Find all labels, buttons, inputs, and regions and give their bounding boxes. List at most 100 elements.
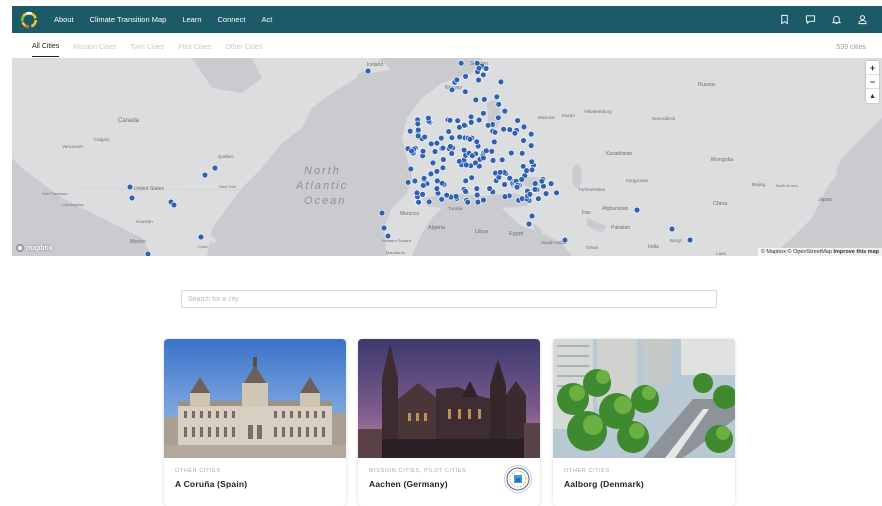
city-marker[interactable] (501, 107, 508, 115)
tab-all-cities[interactable]: All Cities (32, 37, 60, 57)
city-marker[interactable] (419, 191, 426, 198)
city-marker[interactable] (482, 65, 490, 72)
city-marker[interactable] (443, 192, 450, 199)
city-marker[interactable] (458, 59, 465, 67)
city-card-aachen[interactable]: Mission Cities, Pilot Cities Aachen (Ger… (358, 339, 540, 506)
bookmark-icon[interactable] (779, 14, 790, 25)
city-marker[interactable] (380, 224, 388, 232)
city-marker[interactable] (201, 171, 209, 179)
city-marker[interactable] (460, 146, 468, 154)
city-marker[interactable] (170, 201, 178, 209)
city-marker[interactable] (497, 169, 504, 176)
city-marker[interactable] (497, 78, 505, 86)
tab-pilot-cities[interactable]: Pilot Cities (178, 37, 211, 57)
city-marker[interactable] (468, 119, 475, 126)
city-marker[interactable] (431, 148, 439, 155)
city-search-input[interactable] (181, 290, 717, 308)
city-marker[interactable] (464, 199, 471, 206)
city-marker[interactable] (483, 147, 490, 154)
city-marker[interactable] (668, 225, 676, 233)
city-marker[interactable] (429, 159, 437, 167)
city-marker[interactable] (462, 73, 469, 80)
city-card-aalborg[interactable]: Other Cities Aalborg (Denmark) (553, 339, 735, 506)
city-marker[interactable] (462, 88, 469, 95)
city-marker[interactable] (433, 168, 441, 175)
city-marker[interactable] (528, 212, 536, 220)
city-marker[interactable] (513, 183, 521, 191)
nav-act[interactable]: Act (261, 15, 272, 24)
tab-twin-cities[interactable]: Twin Cities (130, 37, 164, 57)
city-marker[interactable] (528, 158, 535, 165)
mapbox-logo[interactable]: mapbox (16, 244, 53, 252)
nav-about[interactable]: About (54, 15, 74, 24)
city-marker[interactable] (475, 116, 483, 124)
city-marker[interactable] (473, 185, 480, 192)
city-marker[interactable] (518, 176, 525, 183)
city-marker[interactable] (426, 198, 433, 206)
city-marker[interactable] (384, 232, 392, 240)
city-marker[interactable] (474, 191, 481, 199)
city-marker[interactable] (415, 199, 422, 206)
city-marker[interactable] (489, 157, 497, 164)
city-map[interactable]: Iceland Sweden Norway Canada Russia Calg… (12, 58, 882, 256)
map-canvas[interactable]: Iceland Sweden Norway Canada Russia Calg… (12, 58, 882, 256)
city-marker[interactable] (506, 126, 513, 133)
city-marker[interactable] (445, 128, 452, 135)
city-marker[interactable] (525, 220, 533, 228)
bell-icon[interactable] (831, 14, 842, 25)
city-marker[interactable] (440, 156, 447, 163)
city-marker[interactable] (408, 147, 415, 155)
city-marker[interactable] (481, 96, 488, 103)
city-marker[interactable] (211, 164, 219, 172)
city-marker[interactable] (462, 177, 469, 185)
tab-other-cities[interactable]: Other Cities (225, 37, 262, 57)
city-marker[interactable] (538, 177, 545, 185)
city-marker[interactable] (466, 136, 474, 143)
city-marker[interactable] (475, 76, 482, 84)
city-marker[interactable] (501, 181, 508, 188)
city-marker[interactable] (448, 150, 455, 157)
nav-connect[interactable]: Connect (218, 15, 246, 24)
city-marker[interactable] (480, 71, 487, 78)
city-marker[interactable] (452, 193, 460, 200)
city-marker[interactable] (486, 185, 493, 192)
logo-icon[interactable] (20, 11, 38, 29)
city-marker[interactable] (542, 190, 550, 197)
city-marker[interactable] (561, 236, 569, 244)
city-marker[interactable] (462, 188, 469, 195)
city-marker[interactable] (438, 134, 445, 142)
city-marker[interactable] (488, 148, 495, 155)
city-marker[interactable] (446, 117, 454, 124)
city-marker[interactable] (448, 134, 456, 141)
city-marker[interactable] (456, 133, 463, 141)
city-marker[interactable] (528, 166, 536, 174)
city-marker[interactable] (633, 206, 641, 214)
city-marker[interactable] (523, 167, 530, 174)
city-marker[interactable] (484, 122, 492, 129)
city-marker[interactable] (520, 123, 528, 131)
nav-climate-transition-map[interactable]: Climate Transition Map (90, 15, 167, 24)
city-marker[interactable] (547, 180, 555, 187)
city-marker[interactable] (499, 156, 506, 164)
compass-button[interactable]: ▲ (866, 89, 879, 103)
city-marker[interactable] (447, 143, 454, 150)
city-marker[interactable] (144, 250, 152, 256)
city-marker[interactable] (511, 129, 519, 137)
city-marker[interactable] (531, 186, 539, 193)
improve-map-link[interactable]: Improve this map (833, 249, 879, 255)
city-marker[interactable] (453, 76, 461, 83)
city-marker[interactable] (527, 130, 535, 138)
city-marker[interactable] (421, 133, 428, 141)
city-marker[interactable] (526, 191, 534, 198)
city-marker[interactable] (461, 122, 468, 129)
city-marker[interactable] (420, 175, 428, 182)
city-marker[interactable] (439, 144, 447, 152)
city-marker[interactable] (463, 161, 470, 169)
city-marker[interactable] (456, 158, 463, 165)
city-marker[interactable] (427, 170, 435, 178)
city-marker[interactable] (480, 110, 487, 117)
city-marker[interactable] (420, 182, 427, 189)
city-marker[interactable] (425, 114, 432, 122)
city-marker[interactable] (495, 114, 502, 121)
city-marker[interactable] (495, 101, 502, 108)
